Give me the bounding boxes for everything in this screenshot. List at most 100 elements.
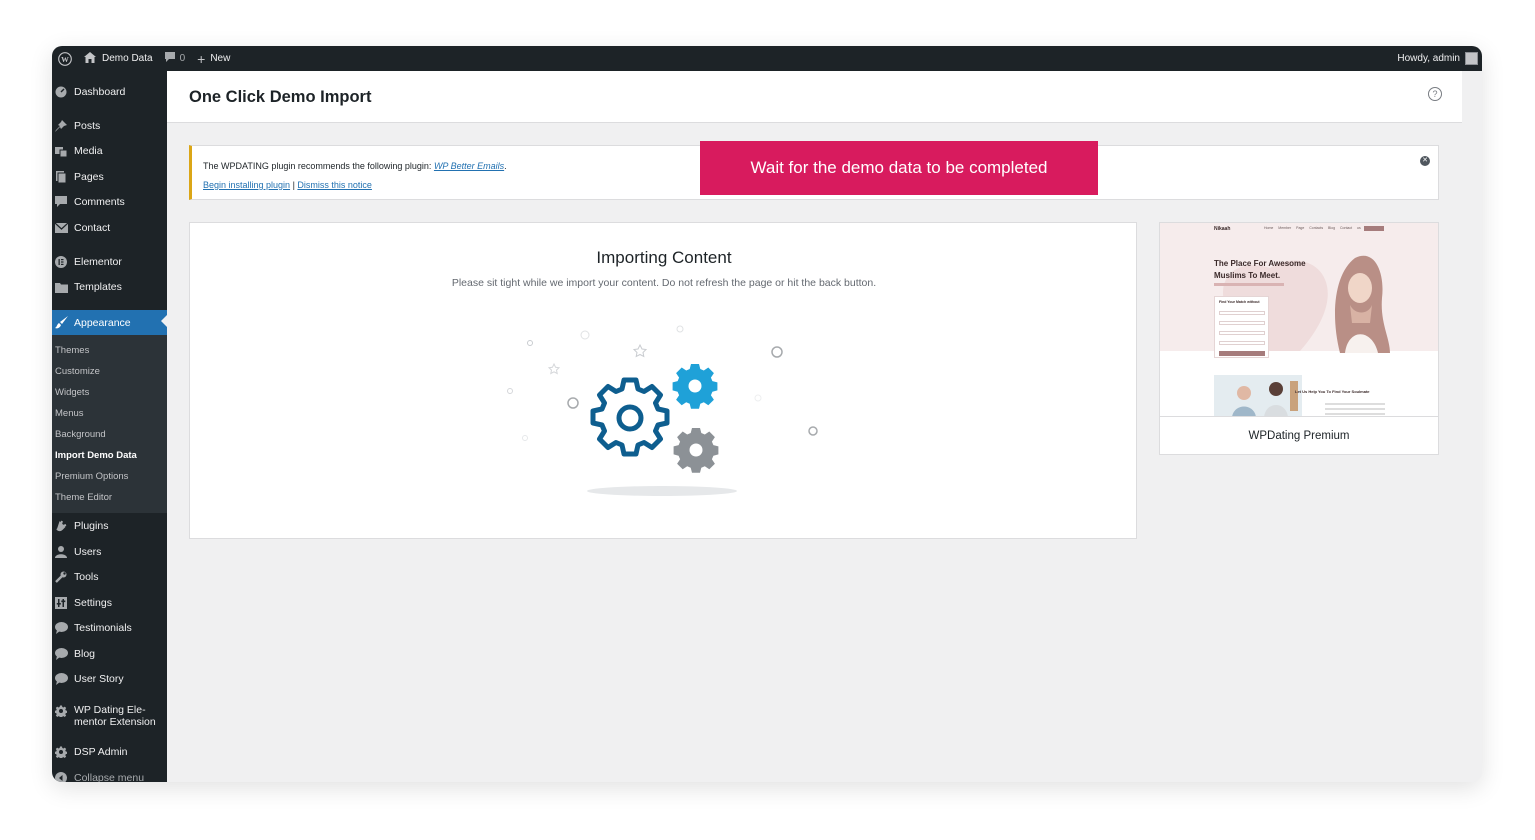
notice-links: Begin installing plugin | Dismiss this n…: [203, 180, 372, 190]
home-icon: [84, 51, 96, 66]
sidebar-item-testimonials[interactable]: Testimonials: [52, 617, 167, 639]
sidebar-item-label-line2: mentor Extension: [74, 716, 156, 728]
preview-subtitle: [1214, 283, 1284, 286]
wrench-icon: [54, 570, 68, 584]
preview-title-line2: Muslims To Meet.: [1214, 271, 1281, 280]
wordpress-logo-icon[interactable]: W: [52, 46, 78, 71]
comment-icon: [54, 195, 68, 209]
help-icon[interactable]: ?: [1428, 87, 1442, 101]
svg-text:W: W: [61, 54, 69, 63]
settings-icon: [54, 596, 68, 610]
import-subtitle: Please sit tight while we import your co…: [451, 277, 877, 289]
site-name-link[interactable]: Demo Data: [78, 46, 159, 71]
sidebar-item-label: Blog: [74, 648, 96, 660]
sidebar-item-label: Dashboard: [74, 86, 126, 98]
preview-heart-shape: [1222, 260, 1328, 351]
theme-name: WPDating Premium: [1248, 430, 1350, 442]
sidebar-item-comments[interactable]: Comments: [52, 191, 167, 213]
sidebar-item-plugins[interactable]: Plugins: [52, 515, 167, 537]
gear-icon: [54, 745, 68, 759]
preview-form-field: [1219, 341, 1265, 345]
greeting-label: Howdy, admin: [1397, 53, 1460, 64]
page-header: One Click Demo Import ?: [167, 71, 1462, 123]
folder-icon: [54, 280, 68, 294]
preview-form-field: [1219, 311, 1265, 315]
submenu-item-import-demo-data[interactable]: Import Demo Data: [55, 447, 137, 463]
comment-icon: [54, 647, 68, 661]
sidebar-item-label: Tools: [74, 571, 99, 583]
plugin-link[interactable]: WP Better Emails: [434, 161, 504, 171]
preview-nav-button: [1364, 226, 1384, 231]
sidebar-item-label: WP Dating Ele-: [74, 704, 146, 716]
sidebar-item-label: Plugins: [74, 520, 109, 532]
sidebar-item-label: Posts: [74, 120, 101, 132]
new-content-link[interactable]: + New: [191, 46, 236, 71]
media-icon: [54, 144, 68, 158]
preview-hero: Nikaah Home Member Page Contacts Blog Co…: [1160, 223, 1438, 358]
user-icon: [54, 545, 68, 559]
appearance-submenu: Themes Customize Widgets Menus Backgroun…: [52, 335, 167, 513]
sidebar-item-templates[interactable]: Templates: [52, 276, 167, 298]
preview-hero-title: The Place For Awesome Muslims To Meet.: [1214, 258, 1314, 282]
page-title: One Click Demo Import: [189, 88, 372, 106]
submenu-item-theme-editor[interactable]: Theme Editor: [55, 489, 112, 505]
comment-icon: [164, 52, 175, 65]
sidebar-item-label-wrap: WP Dating Ele- mentor Extension: [74, 704, 156, 728]
import-progress-panel: Importing Content Please sit tight while…: [189, 222, 1137, 539]
sidebar-item-wp-dating-elementor-extension[interactable]: WP Dating Ele- mentor Extension: [52, 702, 167, 732]
preview-text-line: [1325, 408, 1385, 410]
close-icon[interactable]: ✕: [1420, 156, 1430, 166]
import-title: Importing Content: [596, 248, 732, 267]
importing-gears-illustration: [507, 325, 818, 496]
preview-person-illustration: [1335, 255, 1390, 353]
collapse-menu-button[interactable]: Collapse menu: [52, 767, 167, 782]
sidebar-item-label: Templates: [74, 281, 122, 293]
preview-text-line: [1325, 413, 1385, 415]
preview-form-field: [1219, 331, 1265, 335]
notice-period: .: [504, 161, 507, 171]
submenu-item-themes[interactable]: Themes: [55, 342, 89, 358]
sidebar-item-label: Settings: [74, 597, 112, 609]
avatar: [1465, 52, 1478, 65]
submenu-item-widgets[interactable]: Widgets: [55, 384, 89, 400]
sidebar-item-contact[interactable]: Contact: [52, 217, 167, 239]
sidebar-item-label: DSP Admin: [74, 746, 128, 758]
theme-screenshot: Nikaah Home Member Page Contacts Blog Co…: [1160, 223, 1438, 417]
browser-frame: W Demo Data 0 + New Howdy, admin Dashboa…: [52, 46, 1482, 782]
sidebar-item-pages[interactable]: Pages: [52, 166, 167, 188]
sidebar-item-posts[interactable]: Posts: [52, 115, 167, 137]
sidebar-item-user-story[interactable]: User Story: [52, 668, 167, 690]
submenu-item-menus[interactable]: Menus: [55, 405, 84, 421]
preview-title-line1: The Place For Awesome: [1214, 259, 1306, 268]
my-account-link[interactable]: Howdy, admin: [1397, 46, 1482, 71]
dismiss-notice-link[interactable]: Dismiss this notice: [297, 180, 372, 190]
theme-preview-card[interactable]: Nikaah Home Member Page Contacts Blog Co…: [1159, 222, 1439, 455]
sidebar-item-users[interactable]: Users: [52, 541, 167, 563]
preview-lower-title: Let Us Help You To Find Your Soulmate: [1295, 389, 1370, 394]
sidebar-item-settings[interactable]: Settings: [52, 592, 167, 614]
sidebar-item-tools[interactable]: Tools: [52, 566, 167, 588]
preview-form-title: Find Your Match without: [1219, 300, 1260, 304]
sidebar-item-appearance[interactable]: Appearance: [52, 310, 167, 335]
submenu-item-premium-options[interactable]: Premium Options: [55, 468, 128, 484]
sidebar-item-label: Contact: [74, 222, 111, 234]
elementor-icon: [54, 255, 68, 269]
sidebar-item-blog[interactable]: Blog: [52, 643, 167, 665]
mail-icon: [54, 221, 68, 235]
plus-icon: +: [197, 50, 206, 67]
main-content: One Click Demo Import ? The WPDATING plu…: [167, 71, 1482, 782]
begin-installing-link[interactable]: Begin installing plugin: [203, 180, 290, 190]
preview-logo: Nikaah: [1214, 226, 1231, 232]
sidebar-item-media[interactable]: Media: [52, 140, 167, 162]
pages-icon: [54, 170, 68, 184]
site-name-label: Demo Data: [102, 53, 153, 64]
submenu-item-customize[interactable]: Customize: [55, 363, 100, 379]
submenu-item-background[interactable]: Background: [55, 426, 106, 442]
sidebar-item-dsp-admin[interactable]: DSP Admin: [52, 741, 167, 763]
sidebar-item-elementor[interactable]: Elementor: [52, 251, 167, 273]
sidebar-item-dashboard[interactable]: Dashboard: [52, 81, 167, 103]
comments-count: 0: [179, 53, 186, 64]
comments-link[interactable]: 0: [159, 46, 192, 71]
preview-nav: Home Member Page Contacts Blog Contact u…: [1264, 226, 1375, 230]
pin-icon: [54, 119, 68, 133]
